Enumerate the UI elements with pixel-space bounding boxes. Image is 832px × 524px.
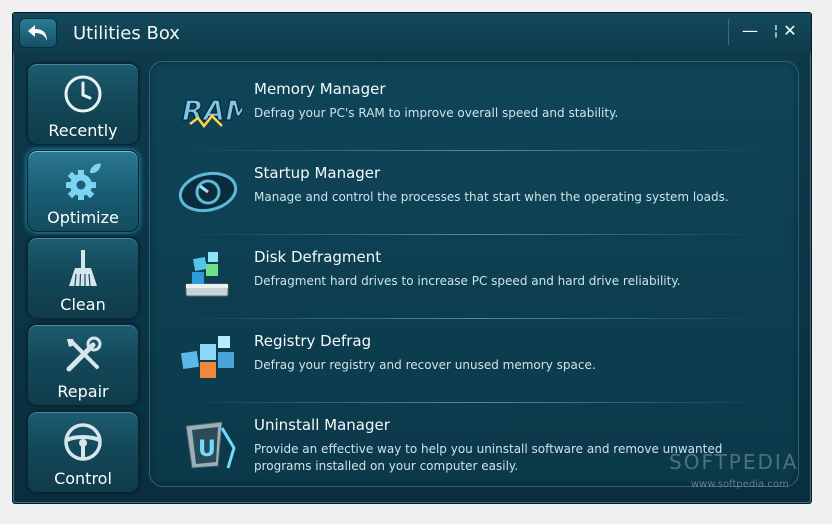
clock-icon	[64, 75, 102, 113]
disk-defrag-icon	[185, 252, 229, 297]
utility-startup-manager[interactable]: Startup Manager Manage and control the p…	[150, 148, 798, 232]
steering-wheel-icon	[64, 423, 102, 461]
tools-icon	[66, 336, 102, 372]
sidebar-item-label: Recently	[48, 121, 118, 140]
sidebar-item-control[interactable]: Control	[27, 411, 139, 493]
title-separator	[728, 19, 729, 45]
startup-gauge-icon	[178, 171, 238, 213]
watermark-brand: SOFTPEDIA	[669, 450, 799, 474]
sidebar-item-recently[interactable]: Recently	[27, 63, 139, 145]
gear-leaf-icon	[66, 163, 101, 200]
utility-description: Manage and control the processes that st…	[254, 190, 729, 204]
close-button[interactable]: ✕	[779, 20, 801, 42]
utility-title: Memory Manager	[254, 80, 386, 98]
svg-text:U: U	[198, 437, 216, 462]
sidebar-item-label: Clean	[60, 295, 106, 314]
utility-title: Startup Manager	[254, 164, 381, 182]
sidebar-nav: Recently Optimize Clean Repair Control	[27, 63, 139, 498]
sidebar-item-optimize[interactable]: Optimize	[27, 150, 139, 232]
utility-description: Defragment hard drives to increase PC sp…	[254, 274, 681, 288]
utilities-panel: RAM Memory Manager Defrag your PC's RAM …	[149, 61, 799, 487]
utility-title: Registry Defrag	[254, 332, 372, 350]
app-window: Utilities Box — ¦ ✕ Recently Optimize Cl…	[12, 12, 812, 504]
utility-memory-manager[interactable]: RAM Memory Manager Defrag your PC's RAM …	[150, 64, 798, 148]
sidebar-item-label: Optimize	[47, 208, 119, 227]
window-title: Utilities Box	[73, 23, 180, 44]
sidebar-item-repair[interactable]: Repair	[27, 324, 139, 406]
ram-icon: RAM	[181, 93, 242, 129]
utility-title: Uninstall Manager	[254, 416, 390, 434]
uninstall-bin-icon: U	[185, 421, 236, 469]
utility-description: Defrag your registry and recover unused …	[254, 358, 596, 372]
title-bar: Utilities Box — ¦ ✕	[13, 13, 811, 53]
utility-disk-defragment[interactable]: Disk Defragment Defragment hard drives t…	[150, 232, 798, 316]
minimize-button[interactable]: —	[739, 20, 761, 42]
broom-icon	[69, 250, 97, 287]
utility-description: Defrag your PC's RAM to improve overall …	[254, 106, 619, 120]
back-button[interactable]	[19, 18, 57, 48]
utility-registry-defrag[interactable]: Registry Defrag Defrag your registry and…	[150, 316, 798, 400]
sidebar-item-label: Repair	[57, 382, 109, 401]
sidebar-item-clean[interactable]: Clean	[27, 237, 139, 319]
registry-cubes-icon	[180, 336, 234, 378]
watermark-url: www.softpedia.com	[691, 479, 789, 490]
sidebar-item-label: Control	[54, 469, 112, 488]
utility-title: Disk Defragment	[254, 248, 382, 266]
back-arrow-icon	[28, 25, 47, 41]
